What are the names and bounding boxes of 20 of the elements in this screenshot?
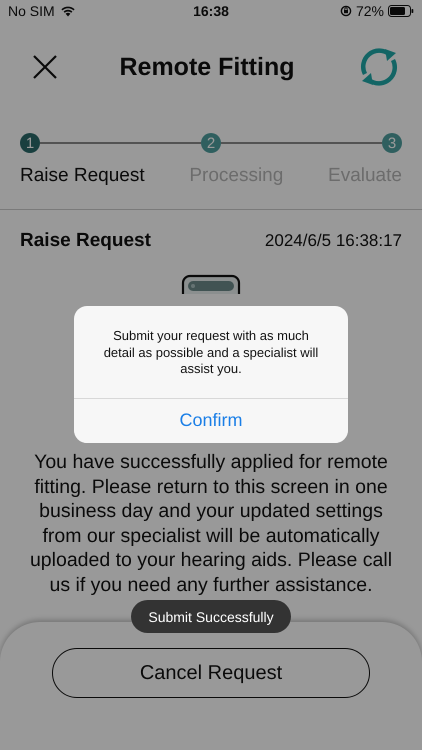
step-number: 3 xyxy=(382,133,402,153)
section-title: Raise Request xyxy=(20,230,151,252)
request-message: You have successfully applied for remote fitting. Please return to this screen in one business day and your updated settings from our specialist will be automatically uploaded to your hearing aids. Please call us if you need any further assistance. xyxy=(28,450,394,597)
close-button[interactable] xyxy=(32,54,58,80)
step-label: Raise Request xyxy=(20,165,145,187)
toast-message: Submit Successfully xyxy=(131,600,291,633)
confirm-button[interactable]: Confirm xyxy=(74,398,348,442)
request-timestamp: 2024/6/5 16:38:17 xyxy=(264,231,402,251)
wifi-icon xyxy=(60,5,76,17)
step-number: 2 xyxy=(201,133,221,153)
step-number: 1 xyxy=(20,133,40,153)
screen-title: Remote Fitting xyxy=(120,52,294,82)
cancel-request-button[interactable]: Cancel Request xyxy=(52,648,370,698)
phone-illustration xyxy=(181,274,241,294)
clock-time: 16:38 xyxy=(193,3,229,19)
carrier-label: No SIM xyxy=(8,3,55,19)
alert-message: Submit your request with as much detail as possible and a specialist will assist you. xyxy=(102,327,320,378)
battery-icon xyxy=(388,5,414,17)
battery-percent: 72% xyxy=(356,3,384,19)
rotation-lock-icon xyxy=(340,5,352,17)
